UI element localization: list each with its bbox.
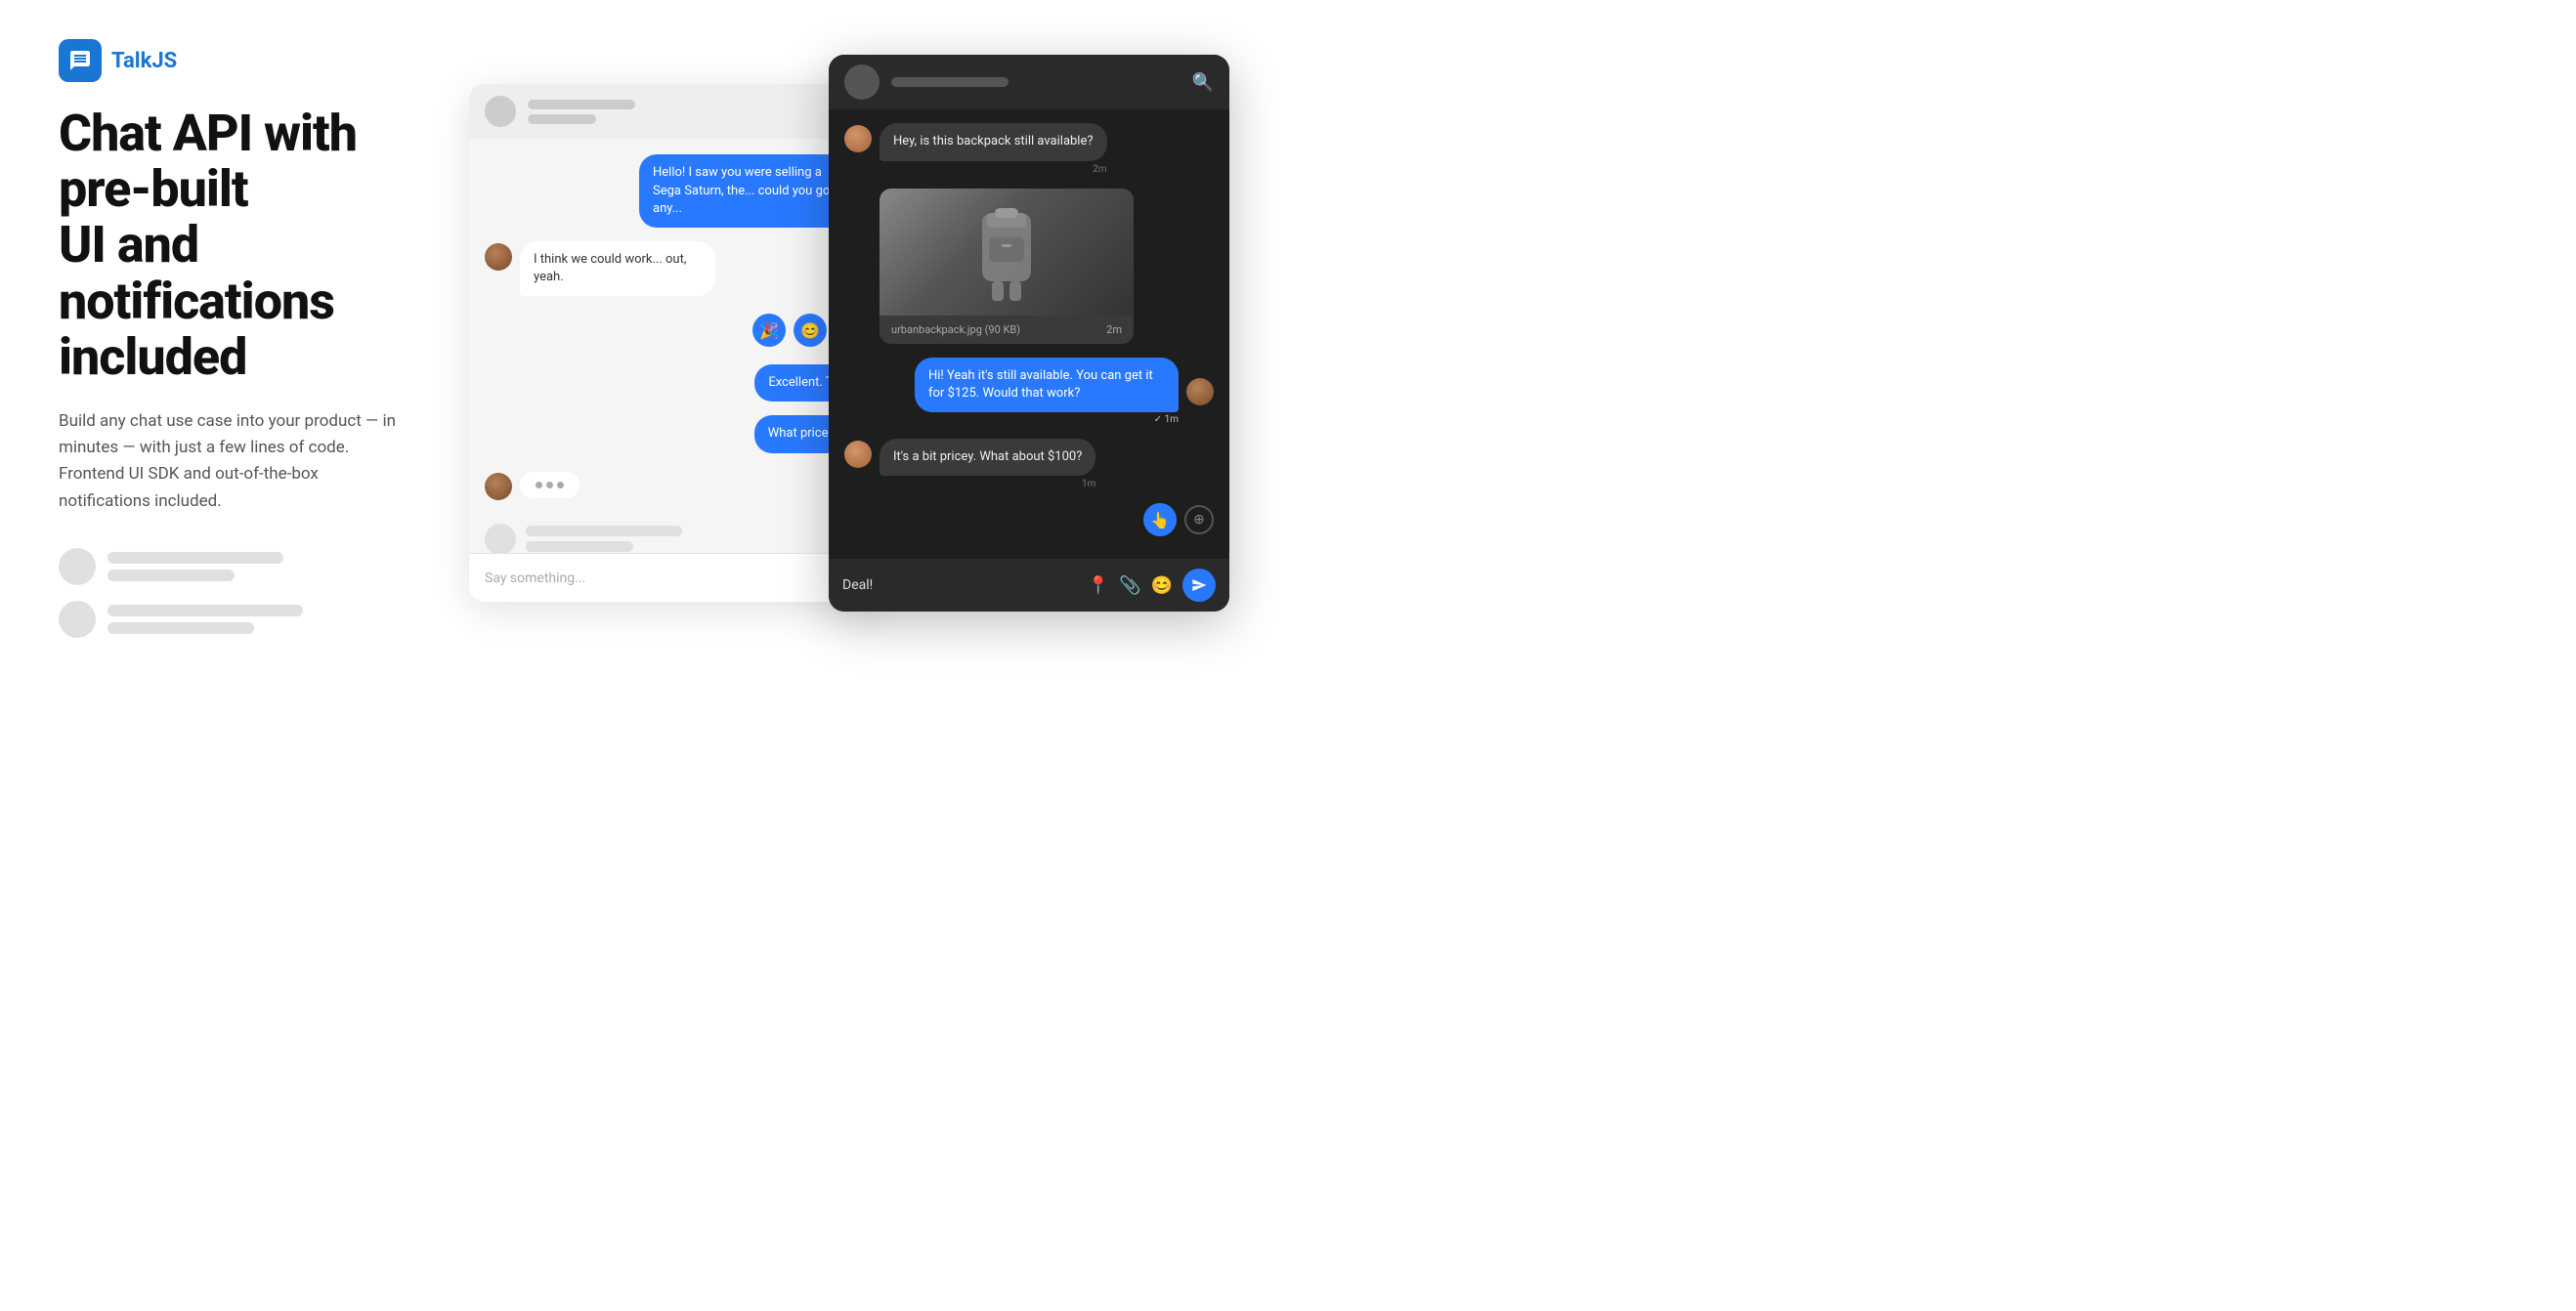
- dark-header-avatar: [844, 64, 880, 100]
- left-section: TalkJS Chat API with pre-built UI and no…: [59, 39, 430, 638]
- attachment-name: urbanbackpack.jpg (90 KB): [891, 323, 1020, 336]
- dark-emoji-btn-arrow[interactable]: 👆: [1143, 503, 1177, 536]
- dark-sent-avatar: [1186, 378, 1214, 405]
- dark-emoji-btn-add[interactable]: ⊕: [1184, 505, 1214, 534]
- ghost-line: [526, 541, 633, 552]
- logo-icon: [59, 39, 102, 82]
- skeleton-line: [107, 570, 235, 581]
- ghost-rows: [485, 514, 864, 554]
- subtext: Build any chat use case into your produc…: [59, 408, 410, 515]
- dark-received-bubble-2: It's a bit pricey. What about $100?: [880, 439, 1095, 476]
- skeleton-avatar-2: [59, 601, 96, 638]
- skeleton-line: [107, 622, 254, 634]
- search-icon[interactable]: 🔍: [1192, 72, 1214, 93]
- dark-checkmark: ✓ 1m: [915, 414, 1179, 425]
- skeleton-group: [59, 548, 430, 638]
- skeleton-line: [107, 552, 283, 564]
- emoji-btn-smile[interactable]: 😊: [794, 314, 827, 347]
- attachment-image: [880, 189, 1134, 316]
- logo-text: TalkJS: [111, 49, 177, 73]
- dark-chat-window: 🔍 Hey, is this backpack still available?…: [829, 55, 1229, 612]
- emoji-btn-flag[interactable]: 🎉: [752, 314, 786, 347]
- dark-attachment: urbanbackpack.jpg (90 KB) 2m: [880, 189, 1134, 344]
- light-header-line: [528, 100, 635, 109]
- dark-msg-avatar-2: [844, 441, 872, 468]
- light-typing-row: [485, 471, 864, 500]
- light-messages: Hello! I saw you were selling a Sega Sat…: [469, 139, 880, 553]
- dark-msg-time-1: 2m: [880, 164, 1107, 175]
- attachment-footer: urbanbackpack.jpg (90 KB) 2m: [880, 316, 1134, 344]
- page-wrapper: TalkJS Chat API with pre-built UI and no…: [0, 0, 1288, 677]
- dark-messages: Hey, is this backpack still available? 2…: [829, 109, 1229, 559]
- light-input-placeholder[interactable]: Say something...: [485, 571, 585, 586]
- light-header-avatar: [485, 96, 516, 127]
- light-chat-header: [469, 84, 880, 139]
- light-received-bubble-1: I think we could work... out, yeah.: [520, 241, 715, 296]
- light-typing-avatar: [485, 473, 512, 500]
- location-icon[interactable]: 📍: [1088, 575, 1109, 596]
- typing-dot-1: [536, 482, 542, 488]
- dark-footer-icons: 📍 📎 😊: [1088, 575, 1173, 596]
- dark-input-text[interactable]: Deal!: [842, 577, 1078, 593]
- dark-emoji-row: 👆 ⊕: [844, 503, 1214, 536]
- typing-dot-2: [546, 482, 553, 488]
- ghost-row-1: [485, 524, 864, 554]
- dark-received-bubble-1: Hey, is this backpack still available?: [880, 123, 1107, 160]
- logo-row: TalkJS: [59, 39, 430, 82]
- dark-sent-wrapper: Hi! Yeah it's still available. You can g…: [844, 358, 1214, 425]
- dark-sent-bubble-1: Hi! Yeah it's still available. You can g…: [915, 358, 1179, 412]
- ghost-line: [526, 526, 682, 536]
- light-emoji-row: 🎉 😊 ⊕: [485, 310, 864, 351]
- dark-chat-header: 🔍: [829, 55, 1229, 109]
- light-chat-footer: Say something...: [469, 553, 880, 602]
- dark-chat-footer: Deal! 📍 📎 😊: [829, 559, 1229, 612]
- dark-msg-avatar-1: [844, 125, 872, 152]
- light-received-row-1: I think we could work... out, yeah.: [485, 241, 864, 296]
- dark-received-row-1: Hey, is this backpack still available? 2…: [844, 123, 1214, 174]
- light-msg-avatar-1: [485, 243, 512, 271]
- right-section: Hello! I saw you were selling a Sega Sat…: [469, 55, 1229, 621]
- attachment-icon[interactable]: 📎: [1119, 575, 1140, 596]
- dark-msg-time-2: 1m: [880, 479, 1095, 489]
- dark-received-row-2: It's a bit pricey. What about $100? 1m: [844, 439, 1214, 489]
- skeleton-line: [107, 605, 303, 616]
- emoji-picker-icon[interactable]: 😊: [1151, 575, 1173, 596]
- skeleton-avatar-1: [59, 548, 96, 585]
- light-header-line: [528, 114, 596, 124]
- light-chat-window: Hello! I saw you were selling a Sega Sat…: [469, 84, 880, 602]
- skeleton-row-1: [59, 548, 430, 585]
- attachment-time: 2m: [1106, 323, 1122, 336]
- typing-bubble: [520, 472, 580, 498]
- dark-header-line: [891, 77, 1009, 87]
- send-button[interactable]: [1182, 569, 1216, 602]
- headline: Chat API with pre-built UI and notificat…: [59, 106, 430, 385]
- skeleton-row-2: [59, 601, 430, 638]
- ghost-avatar: [485, 524, 516, 554]
- typing-dot-3: [557, 482, 564, 488]
